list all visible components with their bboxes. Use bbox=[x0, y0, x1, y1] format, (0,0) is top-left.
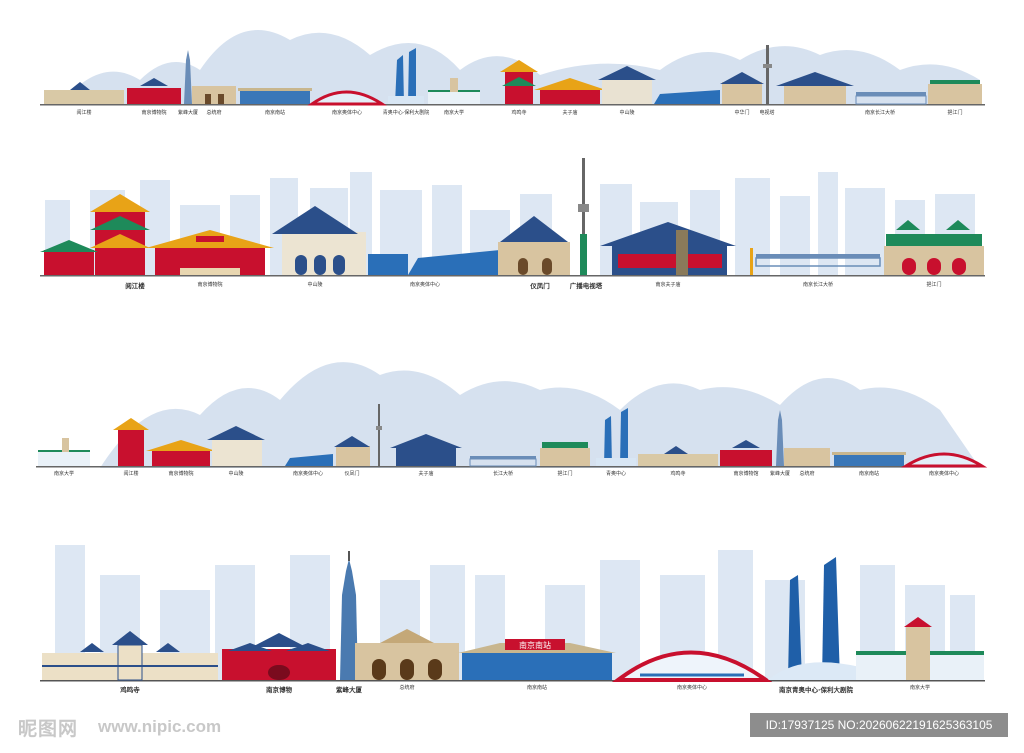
band3-label-8: 挹江门 bbox=[557, 471, 573, 477]
band4-label-6: 南京青奥中心·保利大剧院 bbox=[779, 686, 853, 694]
band2-label-1: 南京博物院 bbox=[197, 282, 223, 288]
skyline-band-3 bbox=[0, 330, 1024, 480]
building-station-1 bbox=[238, 88, 312, 104]
building-presidential-1 bbox=[192, 86, 236, 104]
band1-label-8: 鸡鸣寺 bbox=[511, 110, 527, 116]
station-sign-text: 南京南站 bbox=[519, 640, 551, 650]
band1-label-13: 南京长江大桥 bbox=[864, 110, 896, 116]
band3-label-11: 南京博物馆 bbox=[733, 471, 759, 477]
skyline-band-4: 南京南站 bbox=[0, 535, 1024, 700]
ground-line bbox=[40, 275, 985, 277]
band1-label-14: 挹江门 bbox=[947, 110, 963, 116]
nipic-logo-watermark: 昵图网 bbox=[18, 718, 79, 740]
band4-label-7: 南京大学 bbox=[909, 685, 931, 691]
building-nju-3 bbox=[38, 438, 90, 466]
band2-label-3: 南京奥体中心 bbox=[409, 282, 441, 288]
band3-label-2: 南京博物院 bbox=[168, 471, 194, 477]
band2-label-7: 南京长江大桥 bbox=[802, 282, 834, 288]
band3-label-12: 紫峰大厦 bbox=[769, 471, 791, 477]
ground-line bbox=[40, 104, 985, 106]
skyline-band-3-art bbox=[36, 362, 988, 468]
band1-label-5: 南京奥体中心 bbox=[331, 110, 363, 116]
band3-label-5: 仪凤门 bbox=[344, 471, 360, 477]
band2-label-2: 中山陵 bbox=[307, 282, 323, 288]
band4-label-1: 南京博物 bbox=[266, 686, 292, 694]
band2-label-6: 南京夫子庙 bbox=[655, 282, 681, 288]
ground-line bbox=[40, 680, 985, 682]
nipic-url-watermark: www.nipic.com bbox=[98, 717, 222, 736]
band4-label-4: 南京南站 bbox=[526, 685, 548, 691]
band1-label-9: 夫子庙 bbox=[562, 110, 578, 116]
image-id-badge: ID:17937125 NO:20260622191625363105 bbox=[750, 713, 1008, 737]
band1-label-10: 中山陵 bbox=[619, 110, 635, 116]
band1-label-4: 南京南站 bbox=[264, 110, 286, 116]
band1-label-3: 总统府 bbox=[206, 110, 222, 116]
band3-label-1: 阅江楼 bbox=[123, 471, 139, 477]
band1-label-1: 南京博物院 bbox=[141, 110, 167, 116]
band3-label-4: 南京奥体中心 bbox=[292, 471, 324, 477]
band2-label-8: 挹江门 bbox=[926, 282, 942, 288]
band3-label-0: 南京大学 bbox=[53, 471, 75, 477]
band1-label-11: 中华门 bbox=[734, 110, 750, 116]
band3-label-7: 长江大桥 bbox=[492, 471, 514, 477]
skyline-band-2-art bbox=[40, 158, 985, 277]
building-yijiangmen-3 bbox=[540, 442, 590, 466]
building-yijiangmen-1 bbox=[928, 80, 982, 104]
band1-label-7: 南京大学 bbox=[443, 110, 465, 116]
band4-label-3: 总统府 bbox=[399, 685, 415, 691]
band3-label-6: 夫子庙 bbox=[418, 471, 434, 477]
band3-label-9: 青奥中心 bbox=[605, 471, 627, 477]
building-station-3 bbox=[832, 452, 906, 466]
band3-label-3: 中山陵 bbox=[228, 471, 244, 477]
band1-label-6: 青奥中心·保利大剧院 bbox=[382, 110, 430, 116]
skyline-band-2 bbox=[0, 150, 1024, 300]
band3-label-15: 南京奥体中心 bbox=[928, 471, 960, 477]
building-tvtower-2 bbox=[578, 158, 589, 275]
skyline-band-4-art: 南京南站 bbox=[40, 545, 985, 682]
band2-label-5: 广播电视塔 bbox=[569, 282, 603, 290]
band4-label-2: 紫峰大厦 bbox=[336, 686, 362, 694]
band2-label-4: 仪凤门 bbox=[530, 282, 550, 290]
band3-label-10: 鸡鸣寺 bbox=[670, 471, 686, 477]
band1-label-0: 阅江楼 bbox=[76, 110, 92, 116]
band3-label-13: 总统府 bbox=[799, 471, 815, 477]
band2-label-0: 阅江楼 bbox=[125, 282, 145, 290]
band3-label-14: 南京南站 bbox=[858, 471, 880, 477]
band1-label-12: 电视塔 bbox=[759, 110, 775, 116]
band1-label-2: 紫峰大厦 bbox=[177, 110, 199, 116]
building-presidential-3 bbox=[784, 448, 830, 466]
band4-label-5: 南京奥体中心 bbox=[676, 685, 708, 691]
band4-label-0: 鸡鸣寺 bbox=[120, 686, 140, 694]
